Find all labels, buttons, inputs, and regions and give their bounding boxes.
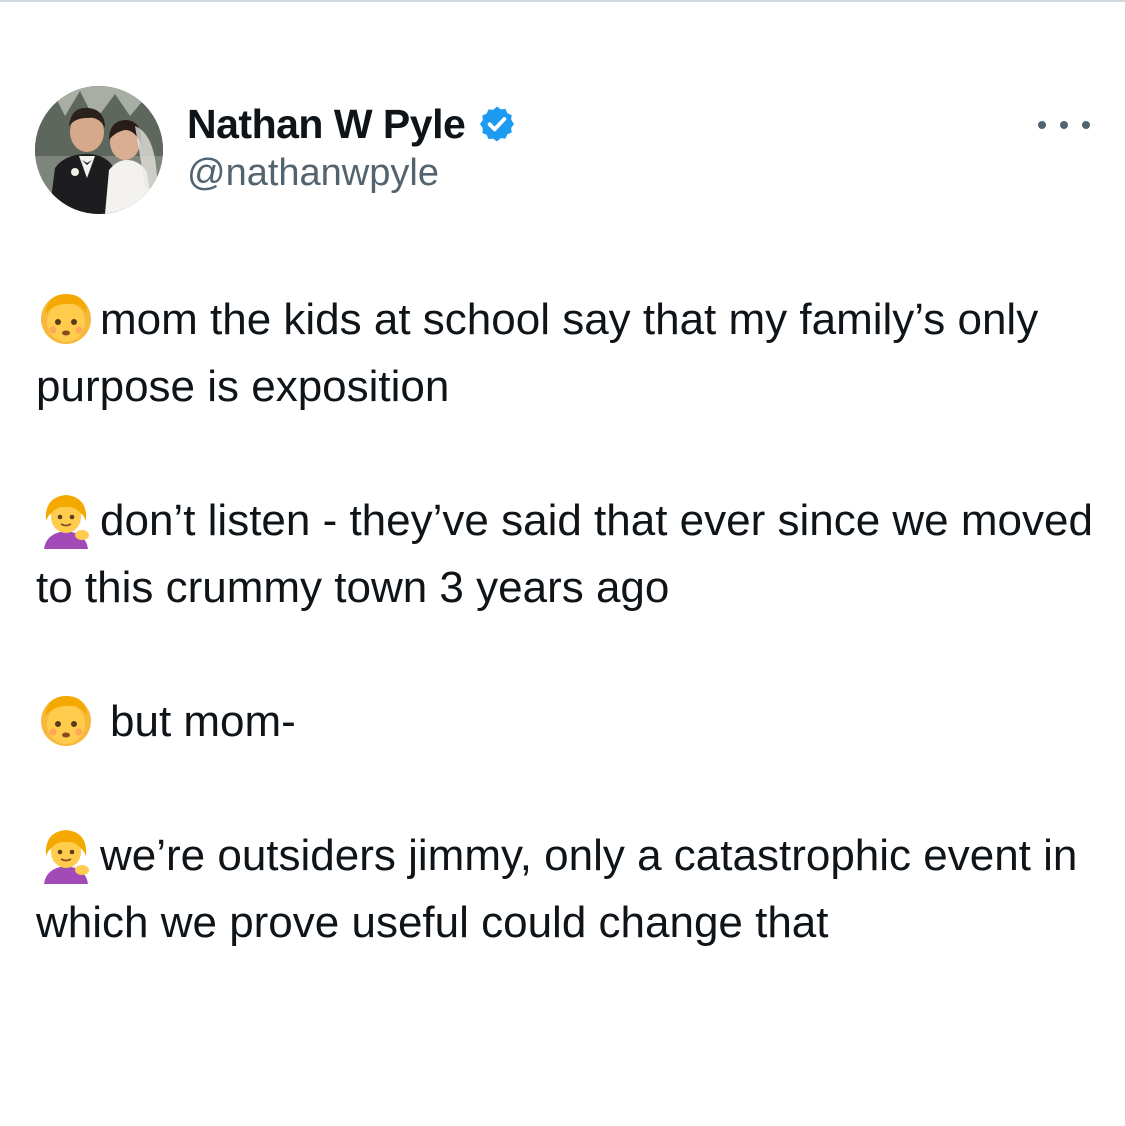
wedding-photo-avatar-icon [35,86,163,214]
tweet-text: mom the kids at school say that my famil… [36,286,1096,1023]
author-info[interactable]: Nathan W Pyle @nathanwpyle [187,98,517,195]
tweet-line-text: we’re outsiders jimmy, only a catastroph… [36,831,1078,947]
woman-tipping-hand-emoji-icon [36,824,96,884]
author-handle[interactable]: @nathanwpyle [187,152,517,195]
tweet-line-text: don’t listen - they’ve said that ever si… [36,496,1093,612]
tweet-line-text: but mom- [110,697,296,746]
tweet-line-text: mom the kids at school say that my famil… [36,295,1039,411]
tweet-line: don’t listen - they’ve said that ever si… [36,487,1096,621]
child-emoji-icon [36,288,96,348]
more-options-icon[interactable] [1038,112,1090,138]
child-emoji-icon [36,690,96,750]
avatar[interactable] [35,86,163,214]
verified-badge-icon [477,104,517,144]
tweet-card[interactable]: Nathan W Pyle @nathanwpyle mom the kids … [0,0,1125,1126]
tweet-line: but mom- [36,688,1096,755]
tweet-line: mom the kids at school say that my famil… [36,286,1096,420]
author-display-name[interactable]: Nathan W Pyle [187,101,466,148]
woman-tipping-hand-emoji-icon [36,489,96,549]
tweet-line: we’re outsiders jimmy, only a catastroph… [36,822,1096,956]
